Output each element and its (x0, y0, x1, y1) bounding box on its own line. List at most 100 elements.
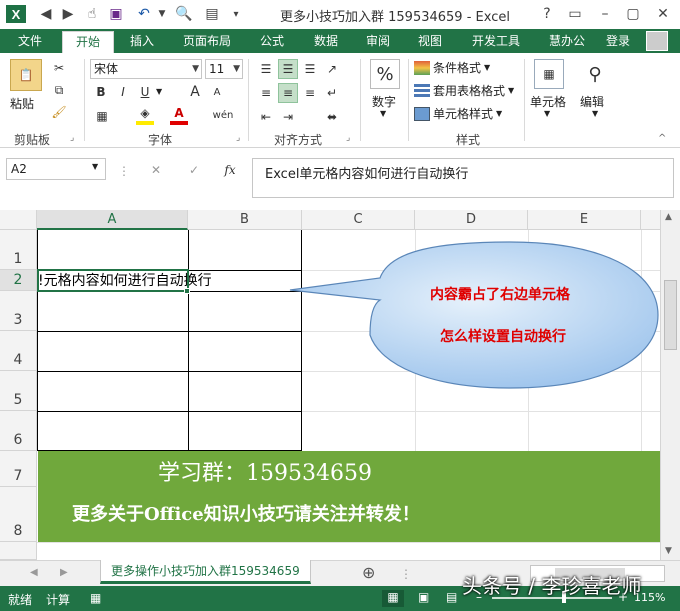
align-top-icon[interactable]: ☰ (256, 59, 276, 79)
save-icon[interactable]: ▣ (106, 4, 126, 24)
increase-indent-icon[interactable]: ⇥ (278, 107, 298, 127)
scroll-up-icon[interactable]: ▲ (665, 212, 672, 222)
paste-icon[interactable]: 📋 (10, 59, 42, 91)
print-preview-icon[interactable]: 🔍 (174, 4, 194, 24)
dialog-launcher-icon[interactable]: ⌟ (346, 133, 350, 143)
close-button[interactable]: ✕ (650, 2, 676, 26)
conditional-formatting-button[interactable]: 条件格式 ▼ (414, 59, 490, 76)
tab-review[interactable]: 审阅 (354, 29, 402, 53)
cell-styles-button[interactable]: 单元格样式 ▼ (414, 105, 502, 122)
paste-button[interactable]: 粘贴 (10, 95, 34, 112)
align-right-icon[interactable]: ≡ (300, 83, 320, 103)
underline-button[interactable]: U (136, 83, 154, 101)
column-header-a[interactable]: A (37, 210, 188, 230)
borders-icon[interactable]: ▦ (92, 107, 112, 125)
row-header-3[interactable]: 3 (0, 291, 37, 331)
cells-icon[interactable]: ▦ (534, 59, 564, 89)
help-button[interactable]: ? (534, 2, 560, 26)
add-sheet-icon[interactable]: ⊕ (362, 563, 375, 582)
tab-page-layout[interactable]: 页面布局 (172, 29, 242, 53)
align-middle-icon[interactable]: ☰ (278, 59, 298, 79)
avatar[interactable] (646, 31, 668, 51)
insert-function-icon[interactable]: fx (218, 160, 242, 180)
copy-icon[interactable]: ⧉ (50, 81, 68, 99)
dialog-launcher-icon[interactable]: ⌟ (70, 133, 74, 143)
tab-home[interactable]: 开始 (62, 31, 114, 53)
tab-data[interactable]: 数据 (302, 29, 350, 53)
row-header-9[interactable] (0, 542, 37, 560)
next-sheet-icon[interactable]: ▶ (60, 567, 68, 578)
touch-mode-icon[interactable]: ☝ (82, 4, 102, 24)
normal-view-icon[interactable]: ▦ (382, 590, 404, 607)
number-format-button[interactable]: 数字 (372, 93, 396, 110)
align-left-icon[interactable]: ≡ (256, 83, 276, 103)
name-box[interactable]: A2 (6, 158, 106, 180)
binoculars-icon[interactable]: ⚲ (580, 59, 610, 89)
fill-color-icon[interactable]: ◈ (136, 105, 154, 125)
column-header-f[interactable] (641, 210, 660, 230)
row-header-6[interactable]: 6 (0, 411, 37, 451)
form-icon[interactable]: ▤ (202, 4, 222, 24)
tab-file[interactable]: 文件 (6, 29, 54, 53)
orientation-icon[interactable]: ↗ (322, 59, 342, 79)
login-link[interactable]: 登录 (606, 29, 630, 53)
align-center-icon[interactable]: ≡ (278, 83, 298, 103)
scroll-down-icon[interactable]: ▼ (665, 546, 672, 556)
formula-input[interactable]: Excel单元格内容如何进行自动换行 (252, 158, 674, 198)
column-header-e[interactable]: E (528, 210, 641, 230)
collapse-ribbon-icon[interactable]: ^ (658, 133, 666, 144)
font-color-icon[interactable]: A (170, 105, 188, 125)
chevron-down-icon[interactable]: ▼ (156, 87, 162, 96)
tab-formulas[interactable]: 公式 (248, 29, 296, 53)
cells-button[interactable]: 单元格 (530, 93, 566, 110)
row-header-2[interactable]: 2 (0, 270, 37, 291)
row-header-7[interactable]: 7 (0, 451, 37, 487)
column-header-c[interactable]: C (302, 210, 415, 230)
page-break-view-icon[interactable]: ▤ (446, 590, 457, 604)
undo-dropdown-icon[interactable]: ▼ (152, 4, 172, 24)
confirm-entry-icon[interactable]: ✓ (182, 160, 206, 180)
fill-handle[interactable] (184, 288, 190, 294)
wrap-text-icon[interactable]: ↵ (322, 83, 342, 103)
prev-sheet-icon[interactable]: ◀ (30, 567, 38, 578)
cut-icon[interactable]: ✂ (50, 59, 68, 77)
shrink-font-button[interactable]: A (208, 83, 226, 101)
decrease-indent-icon[interactable]: ⇤ (256, 107, 276, 127)
macro-record-icon[interactable]: ▦ (90, 591, 101, 605)
forward-icon[interactable]: ▶ (58, 4, 78, 24)
column-header-d[interactable]: D (415, 210, 528, 230)
italic-button[interactable]: I (114, 83, 132, 101)
undo-icon[interactable]: ↶ (134, 4, 154, 24)
scroll-thumb[interactable] (664, 280, 677, 350)
select-all-corner[interactable] (0, 210, 37, 230)
dialog-launcher-icon[interactable]: ⌟ (236, 133, 240, 143)
tab-developer[interactable]: 开发工具 (460, 29, 532, 53)
tab-view[interactable]: 视图 (406, 29, 454, 53)
vertical-scrollbar[interactable]: ▲ ▼ (660, 210, 680, 560)
editing-button[interactable]: 编辑 (580, 93, 604, 110)
format-painter-icon[interactable]: 🖌 (50, 103, 68, 121)
align-bottom-icon[interactable]: ☰ (300, 59, 320, 79)
tab-huibangong[interactable]: 慧办公 (538, 29, 596, 53)
row-header-1[interactable]: 1 (0, 230, 37, 270)
cancel-entry-icon[interactable]: ✕ (144, 160, 168, 180)
tab-insert[interactable]: 插入 (118, 29, 166, 53)
chevron-down-icon[interactable]: ▼ (92, 162, 98, 171)
row-header-8[interactable]: 8 (0, 487, 37, 542)
customize-qat-icon[interactable]: ▾ (226, 4, 246, 24)
format-as-table-button[interactable]: 套用表格格式 ▼ (414, 82, 514, 99)
number-format-icon[interactable]: % (370, 59, 400, 89)
row-header-4[interactable]: 4 (0, 331, 37, 371)
maximize-button[interactable]: ▢ (620, 2, 646, 26)
minimize-button[interactable]: – (592, 2, 618, 26)
bold-button[interactable]: B (92, 83, 110, 101)
row-header-5[interactable]: 5 (0, 371, 37, 411)
phonetic-button[interactable]: wén (212, 105, 234, 125)
page-layout-view-icon[interactable]: ▣ (418, 590, 429, 604)
grow-font-button[interactable]: A (186, 83, 204, 101)
status-calculate[interactable]: 计算 (46, 591, 70, 608)
font-size-select[interactable]: 11 ▼ (205, 59, 243, 79)
back-icon[interactable]: ◀ (36, 4, 56, 24)
column-header-b[interactable]: B (188, 210, 302, 230)
font-name-select[interactable]: 宋体 ▼ (90, 59, 202, 79)
